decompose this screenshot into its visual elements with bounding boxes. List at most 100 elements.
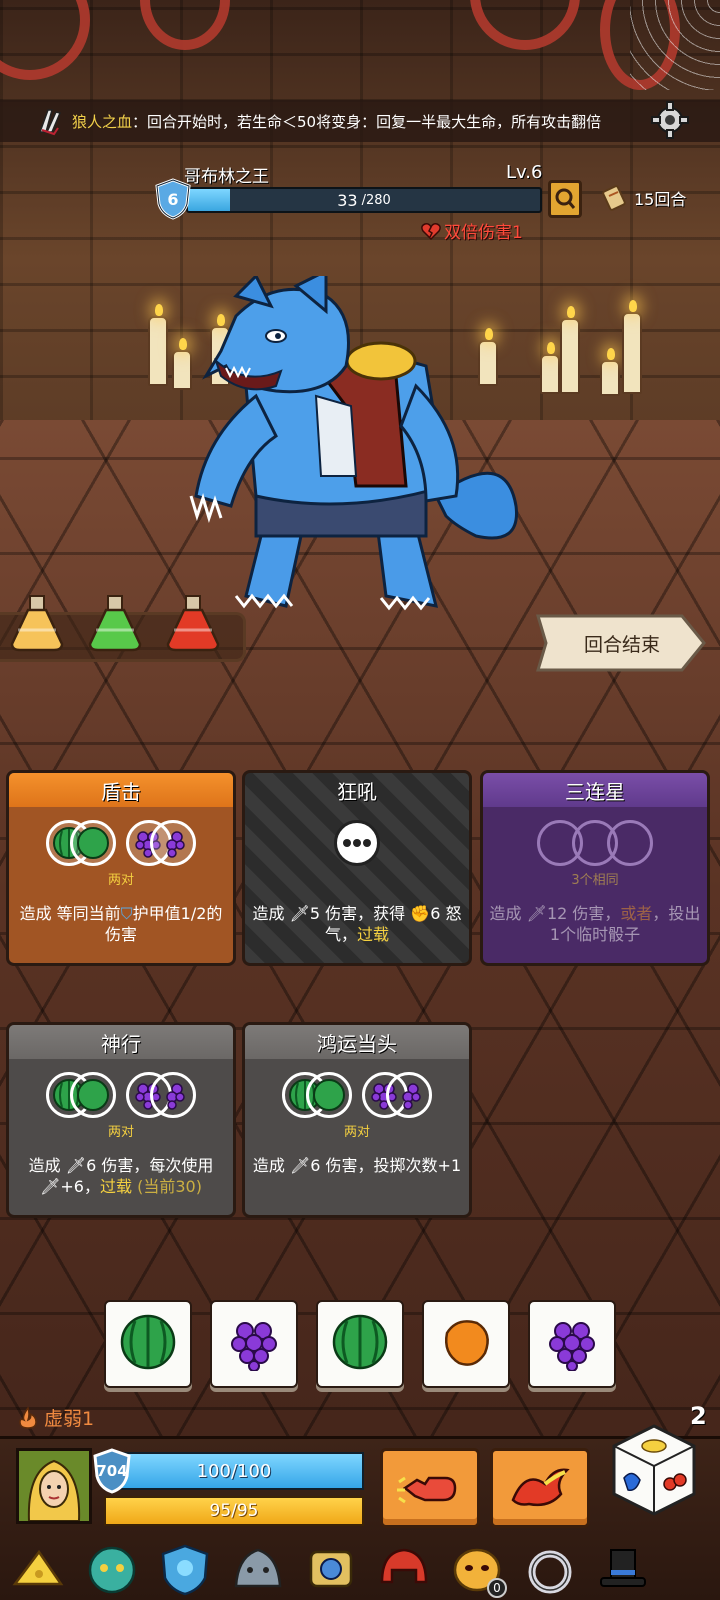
- grapes-icon: [225, 1313, 283, 1375]
- rage-fist-icon: ✊: [410, 904, 431, 923]
- enemy-armor-value: 6: [167, 189, 179, 209]
- card-title: 盾击: [9, 773, 233, 807]
- enemy-hp-current: 33: [337, 190, 358, 210]
- turn-counter-label: 15回合: [634, 190, 687, 209]
- card-description: 造成 🗡5 伤害，获得 ✊6 怒气，过载: [251, 903, 463, 945]
- relic-counter: 0: [487, 1578, 507, 1598]
- card-title: 神行: [9, 1025, 233, 1059]
- die-watermelon[interactable]: [104, 1300, 192, 1388]
- damage-value: 6: [310, 1156, 321, 1175]
- sword-icon: 🗡: [526, 904, 547, 923]
- desc-part: 造成: [252, 904, 290, 923]
- enemy-hp-text: 33 /280: [188, 189, 540, 211]
- enemy-hp-max: /280: [361, 192, 391, 208]
- die-grapes[interactable]: [210, 1300, 298, 1388]
- slot-pair-watermelon: [282, 1072, 352, 1118]
- overload-keyword: 过载: [357, 925, 390, 944]
- card-requirement: 两对: [343, 1125, 370, 1140]
- magic-top-hat-icon[interactable]: [589, 1540, 657, 1598]
- end-turn-button[interactable]: 回合结束: [532, 612, 708, 674]
- watermelon-icon: [70, 820, 116, 866]
- armor-shield-icon: ⛉: [120, 904, 133, 923]
- passive-description: 狼人之血：回合开始时，若生命＜50将变身：回复一半最大生命，所有攻击翻倍: [72, 111, 672, 132]
- enemy-passive-bar[interactable]: 狼人之血：回合开始时，若生命＜50将变身：回复一半最大生命，所有攻击翻倍: [0, 100, 720, 142]
- silver-ring-icon[interactable]: [516, 1540, 584, 1598]
- skill-card-roar[interactable]: 狂吼 造成 🗡5 伤害，获得 ✊6 怒气，过载: [242, 770, 472, 966]
- player-hp-bar: 100/100: [104, 1452, 364, 1490]
- blue-gem-shield-icon[interactable]: [151, 1540, 219, 1598]
- skill-card-swift[interactable]: 神行 两对 造成 🗡6 伤害，每次使用 🗡+6，过载 (当前30): [6, 1022, 236, 1218]
- damage-value: 12: [546, 904, 568, 923]
- fire-strike-action-button[interactable]: [490, 1448, 590, 1528]
- sword-icon: 🗡: [40, 1177, 61, 1196]
- green-potion-icon[interactable]: [82, 590, 148, 656]
- desc-part: 造成: [252, 1156, 290, 1175]
- enemy-status-double-damage[interactable]: 双倍伤害1: [420, 218, 523, 243]
- card-description: 造成 等同当前⛉护甲值1/2的伤害: [15, 903, 227, 945]
- skill-card-good-fortune[interactable]: 鸿运当头 两对 造成 🗡6 伤害，投掷次数+1: [242, 1022, 472, 1218]
- sword-icon: 🗡: [65, 1156, 87, 1175]
- fist-punch-icon: [397, 1476, 457, 1504]
- card-title: 鸿运当头: [245, 1025, 469, 1059]
- relic-bar: 0: [0, 1538, 720, 1600]
- player-hp-text: 100/100: [196, 1460, 272, 1482]
- grapes-icon: [150, 820, 196, 866]
- triple-slot-group: [537, 820, 653, 866]
- skill-card-shield-bash[interactable]: 盾击 两对 造成 等同当前⛉护甲值1/2的伤害: [6, 770, 236, 966]
- watermelon-icon: [306, 1072, 352, 1118]
- enemy-info-button[interactable]: [548, 180, 582, 218]
- desc-part: 造成 等同当前: [19, 904, 121, 923]
- player-armor-badge[interactable]: 704: [92, 1448, 132, 1494]
- settings-gear-icon[interactable]: [650, 100, 690, 140]
- double-damage-label: 双倍伤害1: [444, 223, 523, 243]
- stone-dragon-head-icon[interactable]: [224, 1540, 292, 1598]
- any-die-slot: [334, 820, 380, 866]
- desc-part: 伤害，获得: [320, 904, 411, 923]
- golden-mask-icon[interactable]: 0: [443, 1540, 511, 1598]
- enemy-armor-badge[interactable]: 6: [154, 178, 192, 220]
- slot-pair-watermelon: [46, 820, 116, 866]
- enemy-hp-bar: 33 /280: [186, 187, 542, 213]
- dice-requirement-slots: [483, 819, 707, 867]
- mango-icon: [437, 1313, 495, 1375]
- red-helmet-icon[interactable]: [370, 1540, 438, 1598]
- sword-icon: 🗡: [289, 1156, 311, 1175]
- magnifier-icon: [555, 188, 576, 209]
- candle: [148, 304, 168, 386]
- die-watermelon[interactable]: [316, 1300, 404, 1388]
- candle: [560, 306, 580, 394]
- blonde-hero-portrait[interactable]: [16, 1448, 92, 1524]
- die-grapes[interactable]: [528, 1300, 616, 1388]
- broken-heart-icon: [421, 222, 441, 240]
- card-description: 造成 🗡6 伤害，投掷次数+1: [251, 1155, 463, 1176]
- red-gold-potion-icon[interactable]: [160, 590, 226, 656]
- slot-pair-grapes: [362, 1072, 432, 1118]
- orange-potion-icon[interactable]: [4, 590, 70, 656]
- grapes-icon: [543, 1313, 601, 1375]
- card-requirement: 3个相同: [571, 873, 619, 888]
- overload-keyword: 过载: [99, 1177, 132, 1196]
- watermelon-icon: [331, 1313, 389, 1375]
- roll-die-icon: [612, 1424, 696, 1516]
- desc-part: 伤害，每次使用: [96, 1156, 214, 1175]
- player-status-weak[interactable]: 虚弱1: [16, 1404, 94, 1431]
- player-energy-text: 95/95: [209, 1501, 259, 1521]
- grapes-icon: [150, 1072, 196, 1118]
- werewolf-enemy[interactable]: [176, 268, 536, 626]
- compass-armor-icon[interactable]: [297, 1540, 365, 1598]
- die-mango[interactable]: [422, 1300, 510, 1388]
- punch-action-button[interactable]: [380, 1448, 480, 1528]
- slot-pair-grapes: [126, 1072, 196, 1118]
- roll-dice-button[interactable]: [610, 1422, 698, 1518]
- candle: [622, 300, 642, 394]
- empty-slot: [607, 820, 653, 866]
- spider-web-decoration: [630, 0, 720, 90]
- current-damage: (当前30): [132, 1177, 202, 1196]
- desc-part: 造成: [28, 1156, 66, 1175]
- desc-part: 伤害，投掷次数+1: [320, 1156, 462, 1175]
- jade-lion-mask-icon[interactable]: [78, 1540, 146, 1598]
- skill-card-triple-star[interactable]: 三连星 3个相同 造成 🗡12 伤害，或者，投出1个临时骰子: [480, 770, 710, 966]
- candle: [600, 348, 620, 396]
- passive-name: 狼人之血: [72, 112, 133, 131]
- cheese-wedge-icon[interactable]: [5, 1540, 73, 1598]
